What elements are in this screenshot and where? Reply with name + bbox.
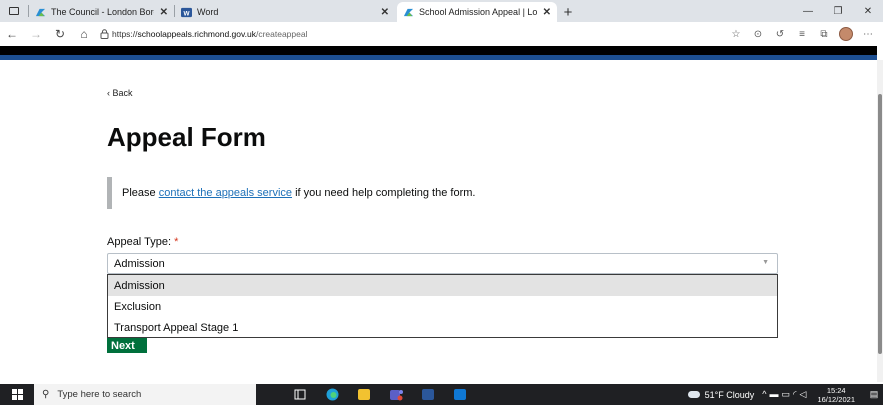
windows-logo-icon — [11, 389, 23, 400]
browser-toolbar: ← → ↻ ⌂ https://schoolappeals.richmond.g… — [0, 22, 883, 46]
volume-icon[interactable]: ◁ — [800, 389, 810, 399]
search-icon: ⚲ — [42, 389, 50, 400]
toolbar-actions: ☆ ⊙ ↺ ≡ ⧉ ⋯ — [725, 22, 879, 46]
taskbar-apps — [284, 384, 476, 405]
contact-appeals-service-link[interactable]: contact the appeals service — [159, 187, 292, 199]
appeal-type-select[interactable]: Admission ▼ — [107, 253, 778, 274]
lock-icon[interactable] — [96, 22, 112, 46]
windows-taskbar: ⚲ Type here to search 51°F Cloudy ^▬▭◜◁ … — [0, 384, 883, 405]
tray-icons[interactable]: ^▬▭◜◁ — [762, 389, 809, 400]
more-options-icon[interactable]: ⋯ — [857, 22, 879, 46]
edge-browser-icon[interactable] — [316, 384, 348, 405]
option-transport-appeal-stage-1[interactable]: Transport Appeal Stage 1 — [108, 317, 777, 338]
taskbar-search-input[interactable]: ⚲ Type here to search — [34, 384, 256, 405]
svg-text:W: W — [183, 10, 190, 17]
system-tray: 51°F Cloudy ^▬▭◜◁ 15:24 16/12/2021 ▤ — [687, 384, 883, 405]
close-tab-icon[interactable]: ✕ — [543, 7, 551, 18]
appeal-type-dropdown-list: Admission Exclusion Transport Appeal Sta… — [107, 274, 778, 338]
page-title: Appeal Form — [107, 122, 266, 152]
cloud-icon — [687, 391, 700, 398]
close-tab-icon[interactable]: ✕ — [160, 7, 168, 18]
close-window-icon[interactable]: ✕ — [853, 0, 883, 22]
task-view-icon[interactable] — [284, 384, 316, 405]
richmond-logo-icon — [35, 8, 46, 16]
minimize-icon[interactable]: — — [793, 0, 823, 22]
option-admission[interactable]: Admission — [108, 275, 777, 296]
address-bar[interactable]: https://schoolappeals.richmond.gov.uk/cr… — [112, 29, 307, 39]
close-tab-icon[interactable]: ✕ — [381, 7, 389, 18]
word-taskbar-icon[interactable] — [412, 384, 444, 405]
chevron-up-icon[interactable]: ^ — [762, 389, 769, 399]
browser-tab-strip: The Council - London Borough o ✕ W Word … — [0, 0, 883, 22]
word-icon: W — [181, 7, 192, 17]
outlook-icon[interactable] — [444, 384, 476, 405]
favorite-star-icon[interactable]: ☆ — [725, 22, 747, 46]
forward-arrow-icon[interactable]: → — [24, 22, 48, 46]
weather-widget[interactable]: 51°F Cloudy — [687, 390, 754, 400]
notifications-icon[interactable]: ▤ — [865, 384, 883, 405]
collections-icon[interactable]: ⧉ — [813, 22, 835, 46]
tab-word[interactable]: W Word ✕ — [175, 2, 397, 22]
site-header-bar — [0, 46, 877, 60]
window-controls: — ❐ ✕ — [793, 0, 883, 22]
tab-actions-button[interactable] — [0, 0, 28, 22]
profile-avatar[interactable] — [835, 22, 857, 46]
help-inset-text: Please contact the appeals service if yo… — [107, 177, 475, 209]
home-icon[interactable]: ⌂ — [72, 22, 96, 46]
scrollbar-thumb[interactable] — [878, 94, 882, 354]
back-link[interactable]: ‹ Back — [107, 88, 133, 98]
teams-icon[interactable] — [380, 384, 412, 405]
refresh-icon[interactable]: ↻ — [48, 22, 72, 46]
next-button[interactable]: Next — [107, 338, 147, 353]
required-marker: * — [174, 236, 179, 248]
favorites-list-icon[interactable]: ≡ — [791, 22, 813, 46]
battery-icon[interactable]: ▭ — [782, 389, 794, 399]
start-button[interactable] — [0, 384, 34, 405]
restore-icon[interactable]: ❐ — [823, 0, 853, 22]
extension-icon[interactable]: ⊙ — [747, 22, 769, 46]
chevron-down-icon: ▼ — [762, 259, 769, 266]
taskbar-clock[interactable]: 15:24 16/12/2021 — [817, 386, 855, 404]
richmond-logo-icon — [403, 8, 414, 16]
new-tab-button[interactable]: + — [557, 2, 579, 22]
back-arrow-icon[interactable]: ← — [0, 22, 24, 46]
file-explorer-icon[interactable] — [348, 384, 380, 405]
appeal-type-label: Appeal Type: * — [107, 236, 179, 248]
option-exclusion[interactable]: Exclusion — [108, 296, 777, 317]
vertical-scrollbar[interactable] — [877, 60, 883, 382]
onedrive-icon[interactable]: ▬ — [770, 389, 782, 399]
tab-council[interactable]: The Council - London Borough o ✕ — [29, 2, 174, 22]
tab-actions-icon — [9, 7, 19, 15]
tab-school-admission-appeal[interactable]: School Admission Appeal | Lond ✕ — [397, 2, 557, 22]
refresh-extension-icon[interactable]: ↺ — [769, 22, 791, 46]
